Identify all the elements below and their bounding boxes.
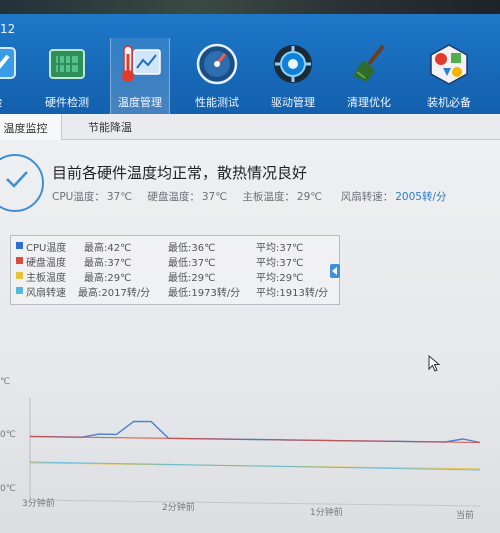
- nav-label: 性能测试: [195, 96, 239, 109]
- tab-bar: 温度监控 节能降温: [0, 114, 500, 141]
- broom-icon: [353, 44, 385, 82]
- temperature-chart: [29, 398, 481, 507]
- nav-item-hardware[interactable]: 硬件检测: [36, 38, 98, 114]
- x-tick-label: 当前: [456, 511, 475, 521]
- x-tick-label: 2分钟前: [162, 503, 195, 513]
- nav-label: 驱动管理: [271, 96, 315, 109]
- nav-label: 装机必备: [427, 96, 471, 109]
- check-icon: [0, 47, 16, 79]
- gear-chip-icon: [274, 45, 312, 83]
- nav-item-driver[interactable]: 驱动管理: [262, 38, 324, 114]
- x-axis-line: [29, 499, 481, 507]
- nav-item-cleanup[interactable]: 清理优化: [338, 38, 400, 114]
- nav-label: 硬件检测: [45, 96, 89, 109]
- thermometer-chart-icon: [122, 45, 161, 82]
- cube-apps-icon: [430, 44, 468, 85]
- speedometer-icon: [196, 43, 238, 85]
- nav-label: 检: [0, 94, 3, 110]
- tab-temperature-monitor[interactable]: 温度监控: [0, 114, 62, 141]
- y-tick-label: ℃: [0, 377, 11, 387]
- y-tick-label: 0℃: [0, 430, 16, 440]
- nav-label: 清理优化: [347, 96, 391, 109]
- series-line-3: [29, 461, 481, 471]
- tab-label: 节能降温: [88, 121, 132, 134]
- series-line-1: [29, 435, 481, 444]
- x-tick-label: 3分钟前: [22, 499, 55, 509]
- nav-item-check[interactable]: 检: [0, 38, 28, 114]
- y-tick-label: 0℃: [0, 484, 16, 494]
- window-number: 12: [0, 22, 16, 36]
- nav-item-performance[interactable]: 性能测试: [186, 38, 248, 114]
- tab-energy-saving[interactable]: 节能降温: [72, 114, 148, 140]
- x-tick-label: 1分钟前: [310, 508, 343, 518]
- nav-item-essentials[interactable]: 装机必备: [418, 38, 480, 114]
- nav-label: 温度管理: [118, 96, 162, 109]
- mouse-cursor-icon: [428, 355, 441, 372]
- hardware-card-icon: [49, 49, 85, 79]
- nav-item-temperature[interactable]: 温度管理: [110, 38, 170, 114]
- tab-label: 温度监控: [3, 121, 48, 135]
